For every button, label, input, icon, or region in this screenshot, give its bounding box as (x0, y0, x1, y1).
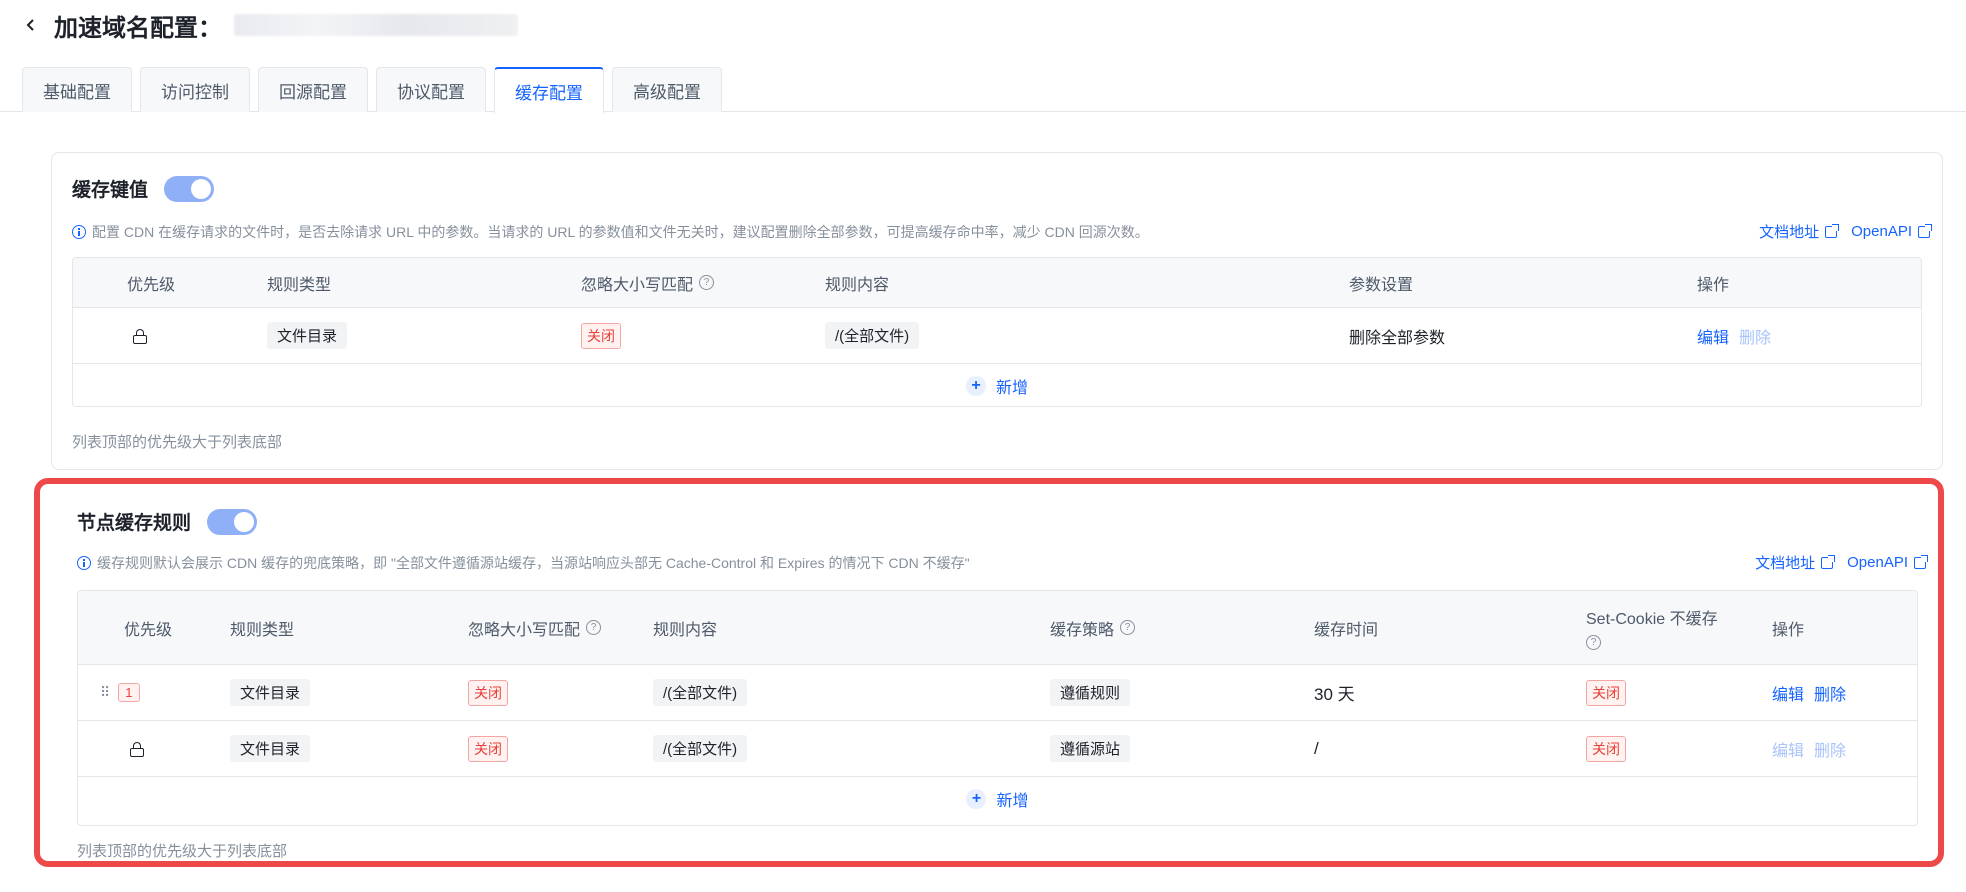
cache-key-title: 缓存键值 (72, 180, 149, 201)
tab-protocol[interactable]: 协议配置 (376, 67, 486, 112)
help-icon: ? (586, 620, 602, 635)
edit-button[interactable]: 编辑 (1772, 681, 1804, 705)
tab-advanced[interactable]: 高级配置 (612, 67, 722, 112)
openapi-link[interactable]: OpenAPI (1847, 552, 1928, 573)
col-priority: 优先级 (124, 621, 173, 639)
doc-link[interactable]: 文档地址 (1755, 552, 1836, 573)
col-rule-content: 规则内容 (825, 276, 890, 294)
col-ignore-case: 忽略大小写匹配? (468, 591, 602, 664)
node-cache-description: 缓存规则默认会展示 CDN 缓存的兜底策略，即 "全部文件遵循源站缓存，当源站响… (77, 553, 970, 573)
edit-button[interactable]: 编辑 (1697, 324, 1729, 348)
param-setting: 删除全部参数 (1349, 329, 1446, 347)
table-header: 优先级 规则类型 忽略大小写匹配? 规则内容 缓存策略? 缓存时间 Set-Co… (78, 591, 1917, 665)
col-params: 参数设置 (1349, 276, 1414, 294)
rule-type-tag: 文件目录 (267, 322, 348, 349)
table-row: ⠿ 1 文件目录 关闭 /(全部文件) 遵循规则 30 天 关闭 编辑 删除 (78, 665, 1917, 721)
info-icon (72, 224, 86, 239)
priority-note: 列表顶部的优先级大于列表底部 (77, 843, 288, 860)
domain-name-redacted (234, 14, 518, 36)
tab-basic[interactable]: 基础配置 (22, 67, 132, 112)
external-link-icon (1821, 554, 1836, 569)
external-link-icon (1914, 554, 1928, 569)
cache-time: 30 天 (1314, 685, 1355, 704)
rule-type-tag: 文件目录 (230, 735, 311, 762)
delete-button[interactable]: 删除 (1814, 737, 1846, 761)
rule-content-tag: /(全部文件) (653, 679, 748, 706)
col-actions: 操作 (1772, 621, 1805, 639)
openapi-link[interactable]: OpenAPI (1851, 221, 1932, 242)
set-cookie-tag: 关闭 (1586, 735, 1626, 762)
col-rule-type: 规则类型 (267, 276, 332, 294)
cache-key-table: 优先级 规则类型 忽略大小写匹配? 规则内容 参数设置 操作 文件目录 关闭 /… (72, 257, 1922, 407)
help-icon: ? (1120, 620, 1136, 635)
priority-tag: 1 (118, 683, 140, 702)
node-cache-table: 优先级 规则类型 忽略大小写匹配? 规则内容 缓存策略? 缓存时间 Set-Co… (77, 590, 1918, 826)
col-cache-time: 缓存时间 (1314, 621, 1379, 639)
edit-button[interactable]: 编辑 (1772, 737, 1804, 761)
lock-icon (130, 741, 144, 757)
plus-icon: + (966, 789, 987, 809)
table-header: 优先级 规则类型 忽略大小写匹配? 规则内容 参数设置 操作 (73, 258, 1921, 308)
cache-key-card: 缓存键值 配置 CDN 在缓存请求的文件时，是否去除请求 URL 中的参数。当请… (51, 152, 1943, 470)
doc-link[interactable]: 文档地址 (1759, 221, 1840, 242)
rule-content-tag: /(全部文件) (825, 322, 920, 349)
info-icon (77, 555, 91, 570)
node-cache-switch[interactable] (207, 508, 258, 535)
tab-origin[interactable]: 回源配置 (258, 67, 368, 112)
col-actions: 操作 (1697, 276, 1730, 294)
node-cache-title: 节点缓存规则 (77, 513, 192, 534)
ignore-case-tag: 关闭 (468, 735, 508, 762)
col-priority: 优先级 (127, 276, 176, 294)
external-link-icon (1825, 223, 1840, 238)
add-rule-button[interactable]: + 新增 (78, 777, 1917, 821)
node-cache-card: 节点缓存规则 缓存规则默认会展示 CDN 缓存的兜底策略，即 "全部文件遵循源站… (34, 478, 1944, 867)
set-cookie-tag: 关闭 (1586, 679, 1626, 706)
cache-key-description: 配置 CDN 在缓存请求的文件时，是否去除请求 URL 中的参数。当请求的 UR… (72, 222, 1149, 242)
lock-icon (133, 328, 147, 344)
rule-content-tag: /(全部文件) (653, 735, 748, 762)
col-rule-type: 规则类型 (230, 621, 295, 639)
add-rule-button[interactable]: + 新增 (73, 364, 1921, 406)
delete-button[interactable]: 删除 (1739, 324, 1771, 348)
drag-handle-icon[interactable]: ⠿ (100, 684, 110, 701)
rule-type-tag: 文件目录 (230, 679, 311, 706)
tab-access-control[interactable]: 访问控制 (140, 67, 250, 112)
col-ignore-case: 忽略大小写匹配? (581, 258, 715, 307)
page-title: 加速域名配置： (54, 14, 222, 42)
help-icon: ? (699, 275, 715, 290)
external-link-icon (1918, 223, 1932, 238)
priority-note: 列表顶部的优先级大于列表底部 (72, 434, 283, 451)
config-tabs: 基础配置 访问控制 回源配置 协议配置 缓存配置 高级配置 (22, 67, 722, 113)
cache-time: / (1314, 738, 1319, 758)
cache-key-switch[interactable] (164, 175, 215, 202)
cache-policy-tag: 遵循规则 (1050, 679, 1131, 706)
col-set-cookie: Set-Cookie 不缓存? (1586, 611, 1718, 650)
ignore-case-tag: 关闭 (468, 679, 508, 706)
plus-icon: + (965, 376, 986, 396)
table-row: 文件目录 关闭 /(全部文件) 删除全部参数 编辑 删除 (73, 308, 1921, 364)
cache-policy-tag: 遵循源站 (1050, 735, 1131, 762)
col-rule-content: 规则内容 (653, 621, 718, 639)
chevron-left-icon[interactable] (20, 14, 42, 36)
ignore-case-tag: 关闭 (581, 322, 621, 349)
table-row: 文件目录 关闭 /(全部文件) 遵循源站 / 关闭 编辑 删除 (78, 721, 1917, 777)
col-cache-policy: 缓存策略? (1050, 591, 1136, 664)
delete-button[interactable]: 删除 (1814, 681, 1846, 705)
tab-cache[interactable]: 缓存配置 (494, 67, 604, 113)
page-header: 加速域名配置： (20, 8, 518, 42)
help-icon: ? (1586, 635, 1601, 650)
